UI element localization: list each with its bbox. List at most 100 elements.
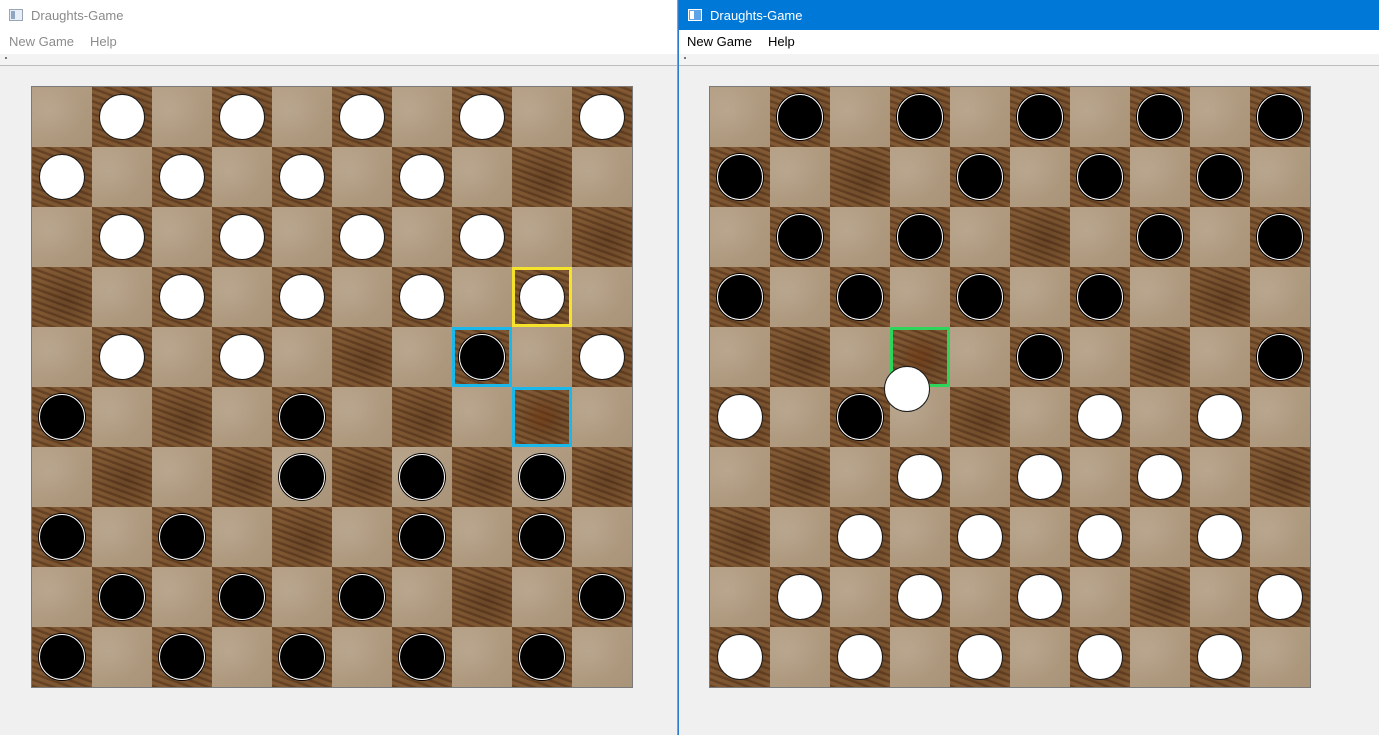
black-piece[interactable]	[459, 334, 505, 380]
board-square[interactable]	[92, 387, 152, 447]
black-piece[interactable]	[279, 634, 325, 680]
board-square[interactable]	[770, 87, 830, 147]
board-square[interactable]	[890, 627, 950, 687]
white-piece[interactable]	[39, 154, 85, 200]
board-square[interactable]	[1070, 87, 1130, 147]
board-square[interactable]	[452, 447, 512, 507]
black-piece[interactable]	[1017, 334, 1063, 380]
board-square[interactable]	[890, 87, 950, 147]
board-square[interactable]	[452, 267, 512, 327]
black-piece[interactable]	[1137, 214, 1183, 260]
board-square[interactable]	[92, 87, 152, 147]
title-bar[interactable]: Draughts-Game	[0, 0, 677, 30]
board-square[interactable]	[950, 567, 1010, 627]
board-square[interactable]	[950, 207, 1010, 267]
board-square[interactable]	[890, 147, 950, 207]
white-piece[interactable]	[717, 634, 763, 680]
menu-help[interactable]: Help	[760, 30, 803, 54]
white-piece[interactable]	[99, 334, 145, 380]
white-piece[interactable]	[579, 334, 625, 380]
board-square[interactable]	[830, 387, 890, 447]
board-square[interactable]	[1190, 567, 1250, 627]
board-square[interactable]	[572, 147, 632, 207]
board-square[interactable]	[830, 267, 890, 327]
board-square[interactable]	[92, 327, 152, 387]
white-piece[interactable]	[717, 394, 763, 440]
white-piece[interactable]	[777, 574, 823, 620]
board-square[interactable]	[152, 567, 212, 627]
checkerboard[interactable]	[31, 86, 633, 688]
board-square[interactable]	[572, 627, 632, 687]
black-piece[interactable]	[39, 634, 85, 680]
board-square[interactable]	[212, 327, 272, 387]
board-square[interactable]	[770, 387, 830, 447]
board-square[interactable]	[1070, 267, 1130, 327]
board-square[interactable]	[770, 207, 830, 267]
board-square[interactable]	[1070, 447, 1130, 507]
dragged-white-piece[interactable]	[884, 366, 930, 412]
black-piece[interactable]	[957, 154, 1003, 200]
white-piece[interactable]	[279, 274, 325, 320]
board-square[interactable]	[710, 567, 770, 627]
board-square[interactable]	[332, 447, 392, 507]
board-square[interactable]	[1130, 387, 1190, 447]
board-square[interactable]	[92, 147, 152, 207]
board-square[interactable]	[1190, 627, 1250, 687]
board-square[interactable]	[1250, 567, 1310, 627]
board-square[interactable]	[512, 147, 572, 207]
board-square[interactable]	[950, 147, 1010, 207]
board-square[interactable]	[512, 267, 572, 327]
board-square[interactable]	[392, 627, 452, 687]
white-piece[interactable]	[1017, 454, 1063, 500]
board-square[interactable]	[92, 447, 152, 507]
board-square[interactable]	[1130, 267, 1190, 327]
board-square[interactable]	[770, 567, 830, 627]
board-square[interactable]	[272, 507, 332, 567]
menu-help[interactable]: Help	[82, 30, 125, 54]
board-square[interactable]	[1010, 627, 1070, 687]
board-square[interactable]	[1010, 507, 1070, 567]
board-square[interactable]	[212, 267, 272, 327]
white-piece[interactable]	[219, 334, 265, 380]
board-square[interactable]	[512, 507, 572, 567]
board-square[interactable]	[392, 387, 452, 447]
white-piece[interactable]	[399, 274, 445, 320]
board-square[interactable]	[32, 87, 92, 147]
board-square[interactable]	[512, 327, 572, 387]
board-square[interactable]	[32, 447, 92, 507]
black-piece[interactable]	[777, 94, 823, 140]
black-piece[interactable]	[1017, 94, 1063, 140]
board-square[interactable]	[452, 207, 512, 267]
board-square[interactable]	[272, 147, 332, 207]
white-piece[interactable]	[339, 214, 385, 260]
white-piece[interactable]	[1137, 454, 1183, 500]
board-square[interactable]	[710, 87, 770, 147]
board-square[interactable]	[1130, 87, 1190, 147]
board-square[interactable]	[152, 87, 212, 147]
board-square[interactable]	[1070, 327, 1130, 387]
white-piece[interactable]	[1017, 574, 1063, 620]
board-square[interactable]	[572, 447, 632, 507]
board-square[interactable]	[1130, 147, 1190, 207]
white-piece[interactable]	[1077, 394, 1123, 440]
board-square[interactable]	[1250, 87, 1310, 147]
board-square[interactable]	[512, 447, 572, 507]
board-square[interactable]	[950, 267, 1010, 327]
board-square[interactable]	[332, 627, 392, 687]
board-square[interactable]	[572, 207, 632, 267]
board-square[interactable]	[1250, 327, 1310, 387]
board-square[interactable]	[332, 387, 392, 447]
board-square[interactable]	[392, 267, 452, 327]
white-piece[interactable]	[1197, 394, 1243, 440]
board-square[interactable]	[950, 507, 1010, 567]
board-square[interactable]	[152, 327, 212, 387]
board-square[interactable]	[890, 447, 950, 507]
board-square[interactable]	[32, 567, 92, 627]
black-piece[interactable]	[837, 274, 883, 320]
board-square[interactable]	[152, 207, 212, 267]
black-piece[interactable]	[519, 634, 565, 680]
board-square[interactable]	[92, 267, 152, 327]
board-square[interactable]	[512, 387, 572, 447]
board-square[interactable]	[392, 567, 452, 627]
board-square[interactable]	[452, 627, 512, 687]
